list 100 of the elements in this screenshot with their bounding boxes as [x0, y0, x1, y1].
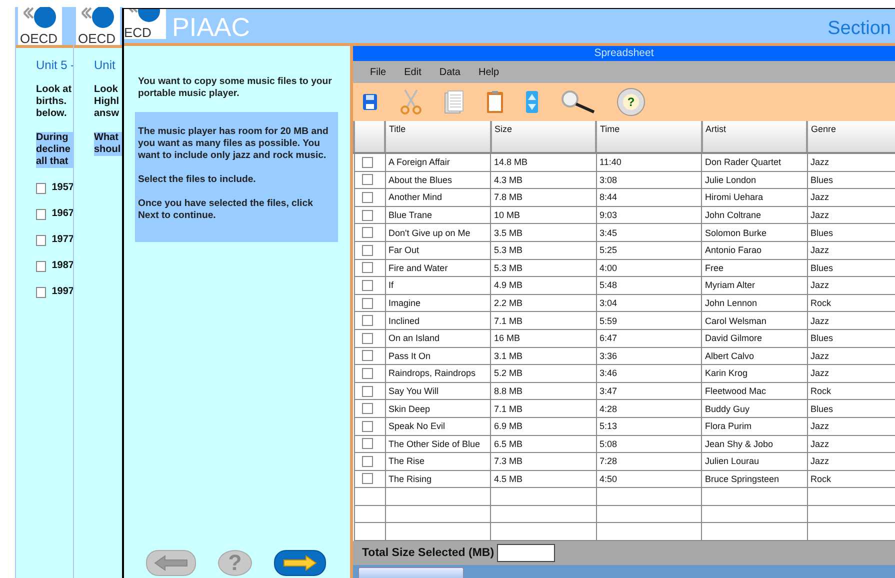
table-cell: The Rising [385, 470, 490, 488]
table-cell: Solomon Burke [702, 224, 807, 242]
checkbox[interactable] [36, 260, 46, 272]
menu-item[interactable]: Help [469, 66, 508, 78]
unit-title: Unit [94, 58, 116, 72]
table-cell: If [385, 276, 490, 294]
table-cell: Raindrops, Raindrops [385, 364, 490, 382]
taskbar-tab[interactable] [358, 567, 464, 578]
checkbox[interactable] [362, 280, 372, 291]
column-header[interactable]: Title [385, 121, 490, 153]
table-cell: 7.1 MB [490, 400, 596, 418]
question-text: below. [36, 108, 68, 120]
table-cell: Julien Lourau [702, 452, 807, 470]
checkbox[interactable] [362, 210, 372, 221]
search-icon[interactable] [560, 90, 596, 114]
arrow-right-icon [283, 555, 317, 571]
checkbox[interactable] [362, 315, 372, 326]
checkbox[interactable] [362, 350, 372, 362]
question-text: Look at [36, 84, 73, 96]
table-cell: 11:40 [596, 153, 702, 172]
checkbox[interactable] [36, 208, 46, 220]
option-label: 1977 [52, 234, 74, 246]
table-cell: 4.3 MB [490, 171, 596, 189]
menu-item[interactable]: Data [430, 66, 470, 78]
logo-text: ECD [124, 27, 152, 39]
menu-item[interactable]: File [361, 66, 396, 78]
column-header[interactable]: Time [596, 121, 702, 153]
question-text: Look [94, 84, 119, 96]
checkbox[interactable] [362, 420, 372, 432]
checkbox[interactable] [362, 403, 372, 414]
task-intro: You want to copy some music files to your portable music player. [138, 76, 333, 100]
table-cell: A Foreign Affair [385, 153, 490, 172]
column-header[interactable]: Size [490, 121, 596, 153]
app-title: PIAAC [172, 12, 250, 42]
clipboard-icon[interactable] [486, 90, 504, 114]
checkbox[interactable] [36, 182, 46, 194]
question-text: What [94, 132, 120, 144]
table-cell: John Lennon [702, 294, 807, 312]
table-cell: 7.1 MB [490, 312, 596, 330]
menu-item[interactable]: Edit [395, 66, 430, 78]
task-text: Select the files to include. [138, 174, 257, 186]
question-text: decline [36, 144, 72, 156]
checkbox[interactable] [362, 262, 372, 274]
checkbox[interactable] [362, 174, 372, 186]
checkbox[interactable] [362, 456, 372, 467]
table-cell: Fire and Water [385, 259, 490, 277]
table-cell: 8:44 [596, 188, 702, 206]
option-label: 1957 [52, 182, 74, 194]
up-down-arrows-icon[interactable] [526, 91, 538, 113]
option-label: 1997 [52, 286, 74, 298]
table-cell: 6.5 MB [490, 435, 596, 453]
table-cell: 4:50 [596, 470, 702, 488]
table-cell: 16 MB [490, 329, 596, 348]
table-cell: Bruce Springsteen [702, 470, 807, 488]
column-header[interactable]: Artist [702, 121, 807, 153]
table-cell: Imagine [385, 294, 490, 312]
checkbox[interactable] [36, 234, 46, 246]
checkbox[interactable] [362, 368, 372, 379]
checkbox[interactable] [362, 386, 372, 397]
checkbox[interactable] [362, 298, 372, 309]
checkbox[interactable] [362, 156, 372, 168]
table-cell: Fleetwood Mac [702, 382, 807, 400]
document-icon[interactable] [444, 90, 464, 114]
next-button[interactable] [274, 550, 326, 576]
table-cell: The Rise [385, 452, 490, 470]
table-cell: 5.3 MB [490, 259, 596, 277]
checkbox[interactable] [362, 227, 372, 238]
table-cell: 9:03 [596, 206, 702, 224]
table-cell: Free [702, 259, 807, 277]
arrow-left-icon [154, 555, 188, 571]
table-cell: Another Mind [385, 188, 490, 206]
table-cell: 3:45 [596, 224, 702, 242]
checkbox[interactable] [36, 286, 46, 298]
checkbox[interactable] [362, 473, 372, 484]
checkbox[interactable] [362, 244, 372, 256]
table-cell: Blue Trane [385, 206, 490, 224]
table-cell: Myriam Alter [702, 276, 807, 294]
table-cell: 4:00 [596, 259, 702, 277]
table-cell: On an Island [385, 329, 490, 348]
question-text: answ [94, 108, 120, 120]
section-title: Section [828, 18, 891, 40]
table-cell: Karin Krog [702, 364, 807, 382]
table-cell: The Other Side of Blue [385, 435, 490, 453]
total-field[interactable] [497, 544, 556, 562]
option-label: 1987 [52, 260, 74, 272]
task-text: Once you have selected the files, click Next to continue. [138, 198, 314, 222]
table-cell: 5:25 [596, 241, 702, 260]
table-cell: Speak No Evil [385, 417, 490, 435]
question-text: Highl [94, 96, 120, 108]
table-cell: Flora Purim [702, 417, 807, 435]
table-cell: Inclined [385, 312, 490, 330]
checkbox[interactable] [362, 332, 372, 344]
table-cell: 6.9 MB [490, 417, 596, 435]
column-header[interactable]: Genre [807, 121, 895, 153]
checkbox[interactable] [362, 438, 372, 450]
help-button[interactable]: ? [618, 89, 644, 115]
checkbox[interactable] [362, 192, 372, 203]
table-cell: 14.8 MB [490, 153, 596, 172]
table-cell: 3.5 MB [490, 224, 596, 242]
table-cell: 5:59 [596, 312, 702, 330]
